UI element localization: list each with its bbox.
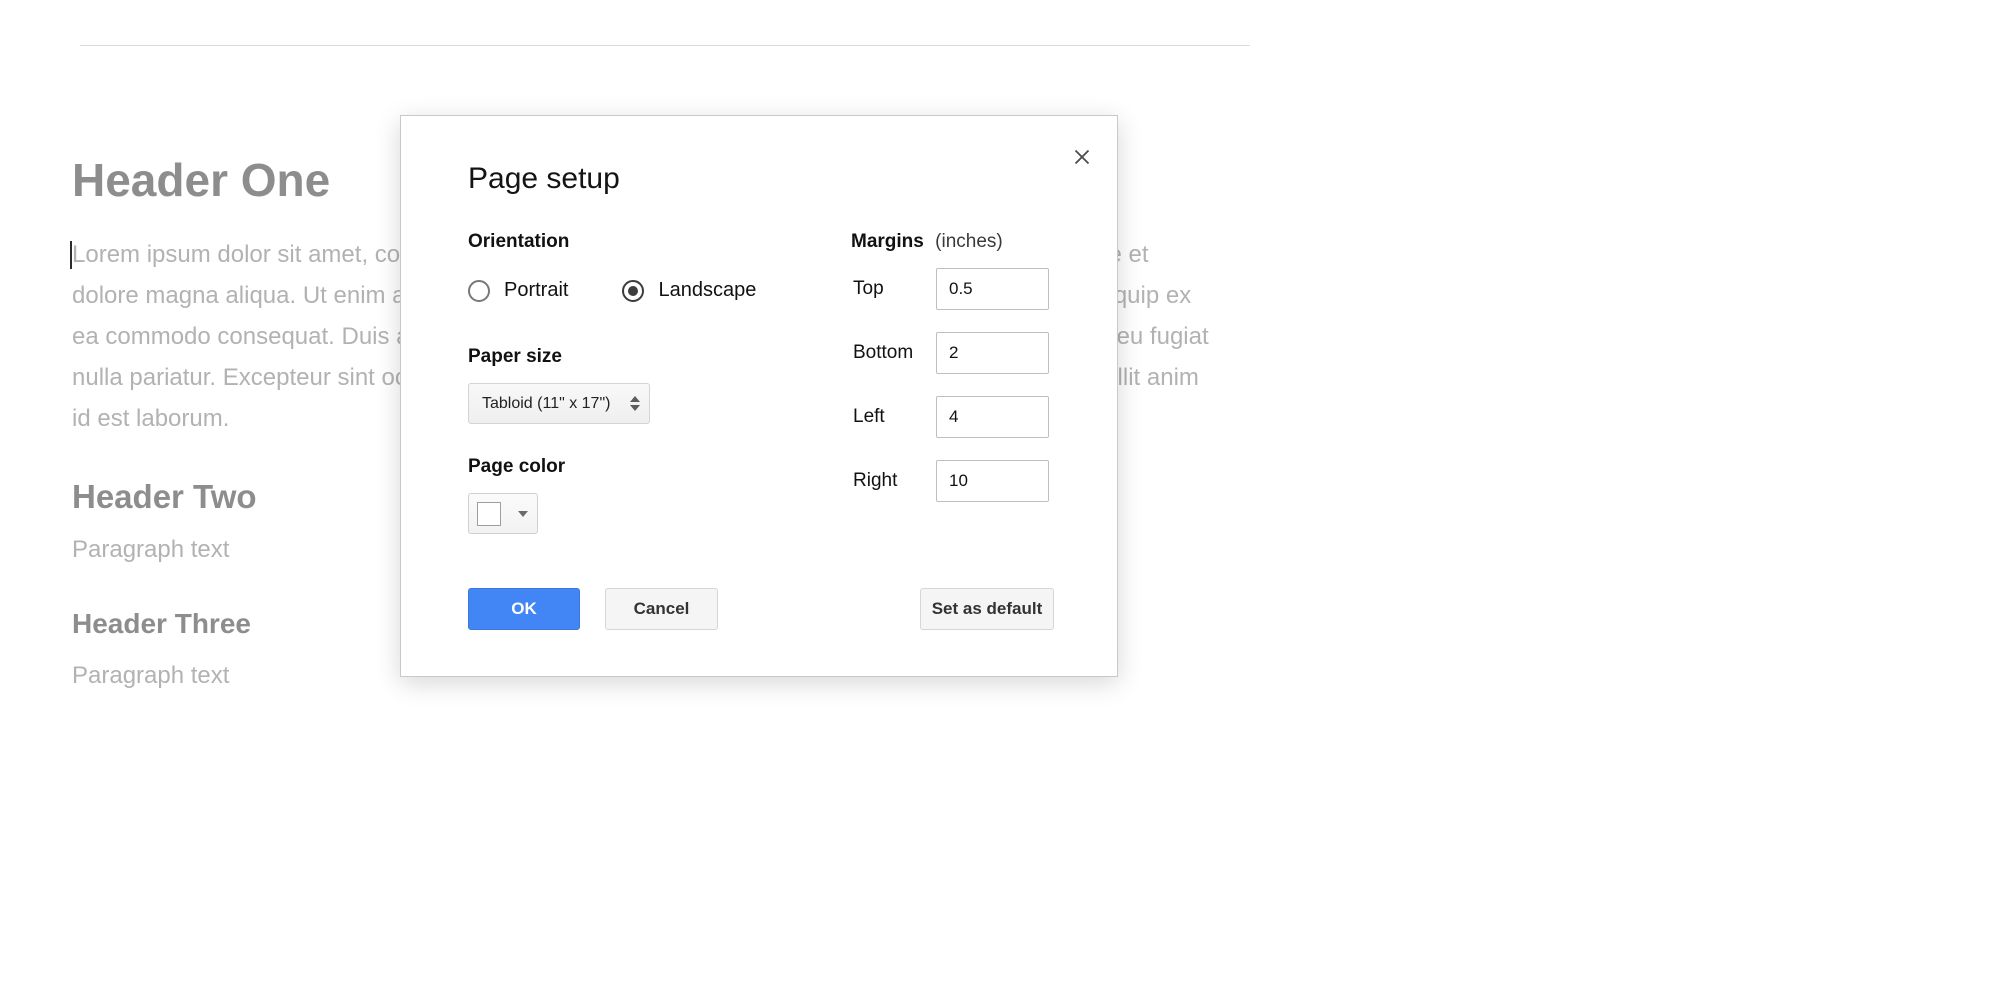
margin-row-top: Top — [853, 268, 1049, 310]
text-cursor — [70, 241, 72, 269]
close-icon — [1069, 144, 1095, 170]
margin-left-label: Left — [853, 406, 936, 428]
page-color-picker[interactable] — [468, 493, 538, 534]
ok-button[interactable]: OK — [468, 588, 580, 630]
radio-unselected-icon — [468, 280, 490, 302]
radio-portrait-label: Portrait — [504, 279, 568, 302]
paper-size-value: Tabloid (11" x 17") — [469, 395, 610, 413]
select-arrows-icon — [630, 396, 640, 411]
set-as-default-button[interactable]: Set as default — [920, 588, 1054, 630]
margin-bottom-input[interactable] — [936, 332, 1049, 374]
margin-row-right: Right — [853, 460, 1049, 502]
close-button[interactable] — [1067, 142, 1097, 172]
page-top-divider — [80, 45, 1250, 46]
orientation-radio-group: Portrait Landscape — [468, 279, 756, 302]
radio-landscape-label: Landscape — [658, 279, 756, 302]
margins-label: Margins — [851, 231, 924, 252]
doc-header-three: Header Three — [72, 608, 251, 640]
orientation-label: Orientation — [468, 231, 569, 253]
margin-left-input[interactable] — [936, 396, 1049, 438]
radio-portrait[interactable]: Portrait — [468, 279, 568, 302]
doc-paragraph-three: Paragraph text — [72, 662, 229, 690]
cancel-button[interactable]: Cancel — [605, 588, 718, 630]
margin-right-label: Right — [853, 470, 936, 492]
paper-size-label: Paper size — [468, 346, 562, 368]
chevron-down-icon — [518, 511, 528, 517]
margin-row-bottom: Bottom — [853, 332, 1049, 374]
radio-landscape[interactable]: Landscape — [622, 279, 756, 302]
doc-header-one: Header One — [72, 153, 330, 207]
margin-row-left: Left — [853, 396, 1049, 438]
color-swatch — [477, 502, 501, 526]
margin-top-input[interactable] — [936, 268, 1049, 310]
page-color-label: Page color — [468, 456, 565, 478]
margins-header: Margins (inches) — [851, 231, 1003, 253]
margin-right-input[interactable] — [936, 460, 1049, 502]
margins-unit-label: (inches) — [935, 231, 1003, 252]
margin-bottom-label: Bottom — [853, 342, 936, 364]
radio-selected-icon — [622, 280, 644, 302]
doc-paragraph-two: Paragraph text — [72, 536, 229, 564]
doc-header-two: Header Two — [72, 478, 257, 516]
dialog-title: Page setup — [468, 162, 620, 196]
margin-top-label: Top — [853, 278, 936, 300]
page-setup-dialog: Page setup Orientation Portrait Landscap… — [400, 115, 1118, 677]
paper-size-select[interactable]: Tabloid (11" x 17") — [468, 383, 650, 424]
